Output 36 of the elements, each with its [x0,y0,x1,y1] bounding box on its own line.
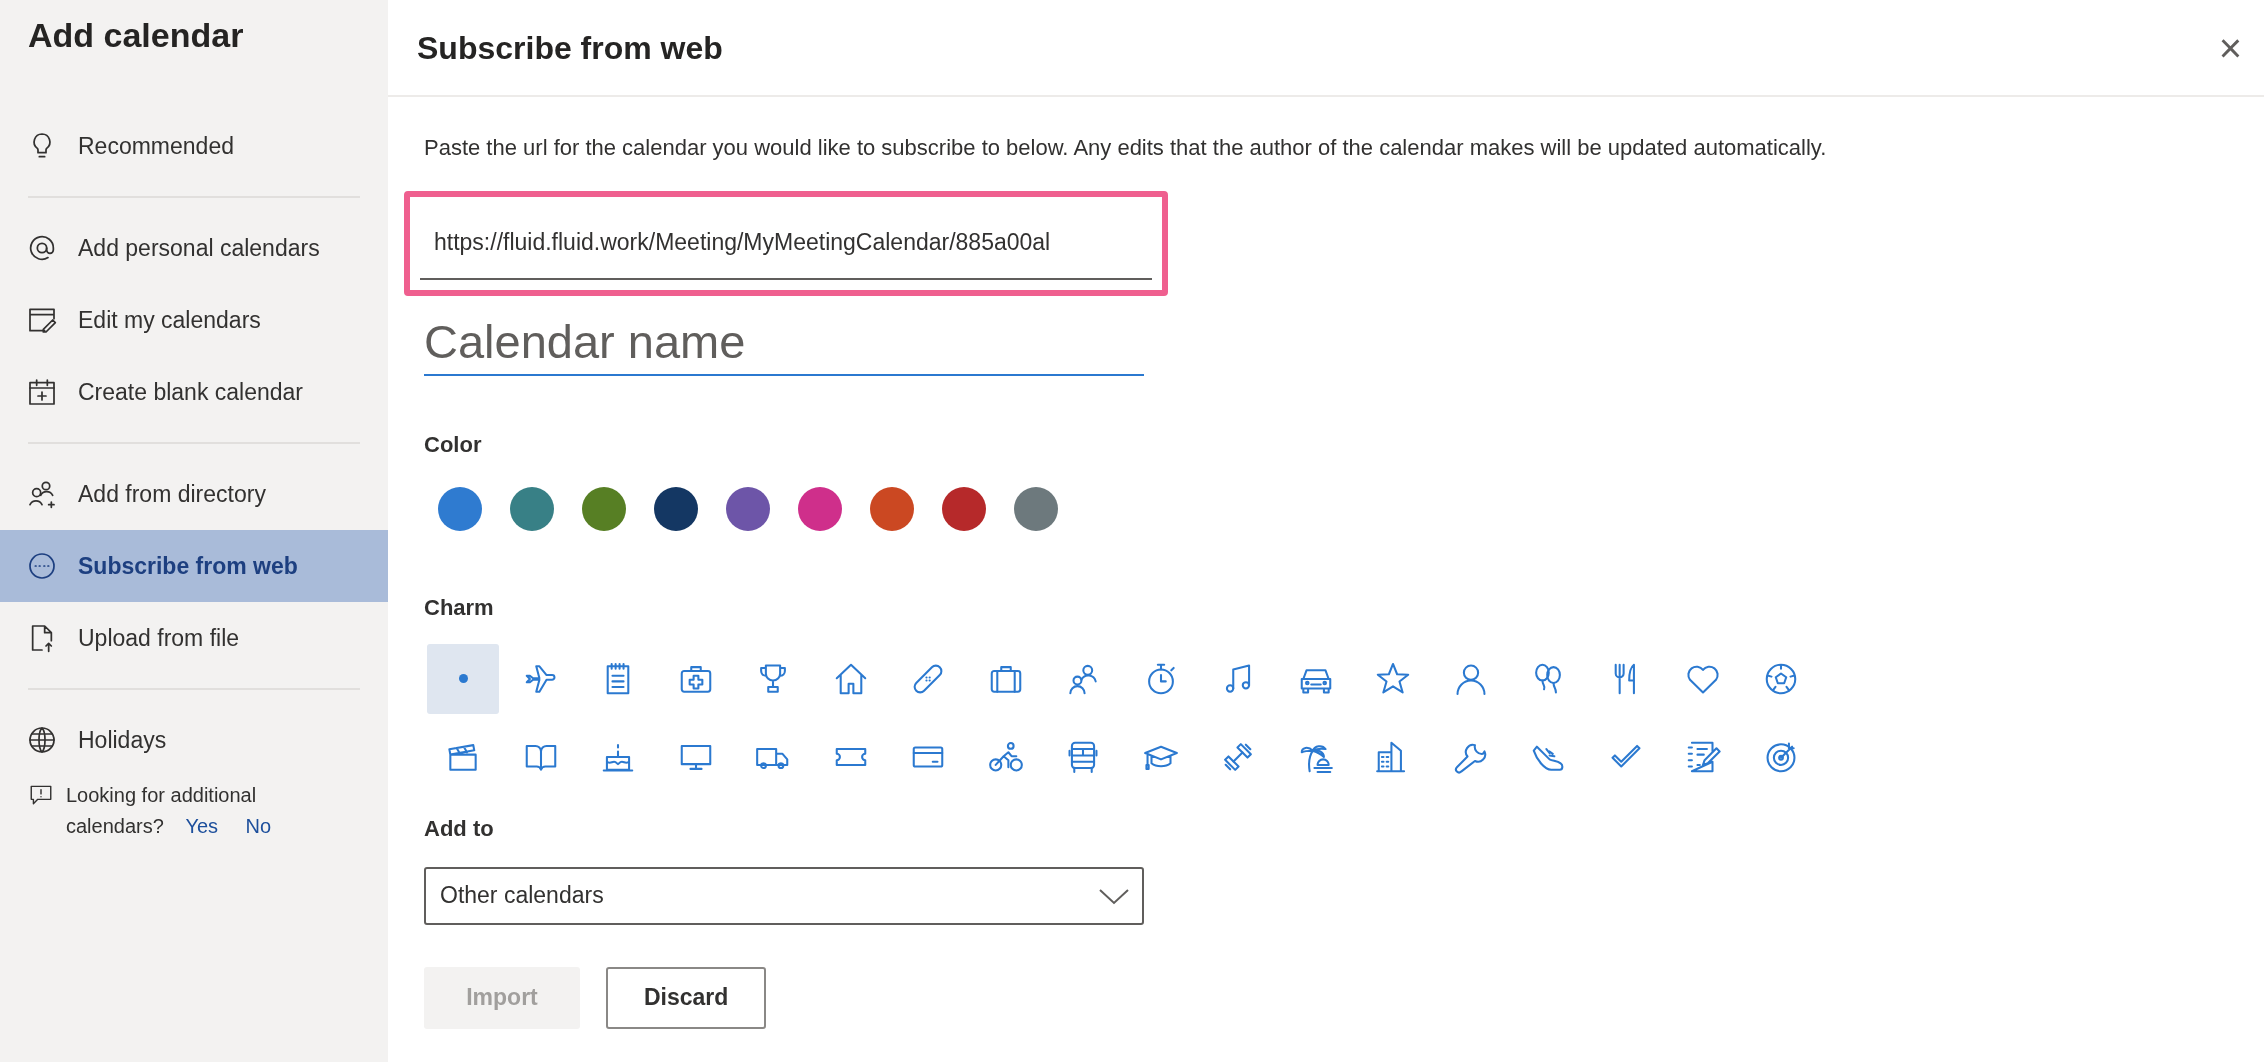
color-swatch[interactable] [654,486,698,531]
color-swatch[interactable] [510,486,554,531]
yes-link[interactable]: Yes [185,815,219,837]
color-swatch[interactable] [870,486,914,531]
sidebar-item[interactable]: Add personal calendars [0,212,388,284]
color-swatch[interactable] [726,486,770,531]
sidebar-item[interactable]: Edit my calendars [0,284,388,356]
people-icon [26,478,58,510]
color-swatch[interactable] [1014,486,1058,531]
sidebar-item[interactable]: Subscribe from web [0,530,388,602]
url-field[interactable]: https://fluid.fluid.work/Meeting/MyMeetingCalendar/885a00al [420,207,1152,280]
sidebar-item[interactable]: Create blank calendar [0,356,388,428]
sidebar-item[interactable]: Holidays [0,704,388,776]
feedback-text: Looking for additional calendars? Yes No [66,783,273,839]
calendar-name-field[interactable]: Calendar name [424,309,1144,376]
globe-icon [26,724,58,756]
sidebar-item[interactable]: Upload from file [0,602,388,674]
sidebar-item[interactable]: Recommended [0,110,388,182]
color-swatch[interactable] [582,486,626,531]
globe-www-icon [26,550,58,582]
discard-button[interactable]: Discard [606,966,766,1029]
section-label: Add to [424,814,495,843]
description-text: Paste the url for the calendar you would like to subscribe to below. Any edits that the author of the calendar makes will be updated automatically. [424,134,1828,162]
color-swatch[interactable] [942,486,986,531]
dialog-title: Subscribe from web [417,28,723,68]
sidebar-item[interactable]: Add from directory [0,458,388,530]
close-button[interactable]: × [2218,27,2242,68]
panel-title: Add calendar [27,15,245,56]
section-label: Charm [424,593,495,622]
section-label: Color [424,430,483,459]
color-swatch[interactable] [438,486,482,531]
color-swatch[interactable] [798,486,842,531]
no-link[interactable]: No [245,815,272,837]
calendar-plus-icon [26,376,58,408]
dot-icon [458,674,468,683]
add-to-dropdown[interactable]: Other calendars [424,866,1144,925]
